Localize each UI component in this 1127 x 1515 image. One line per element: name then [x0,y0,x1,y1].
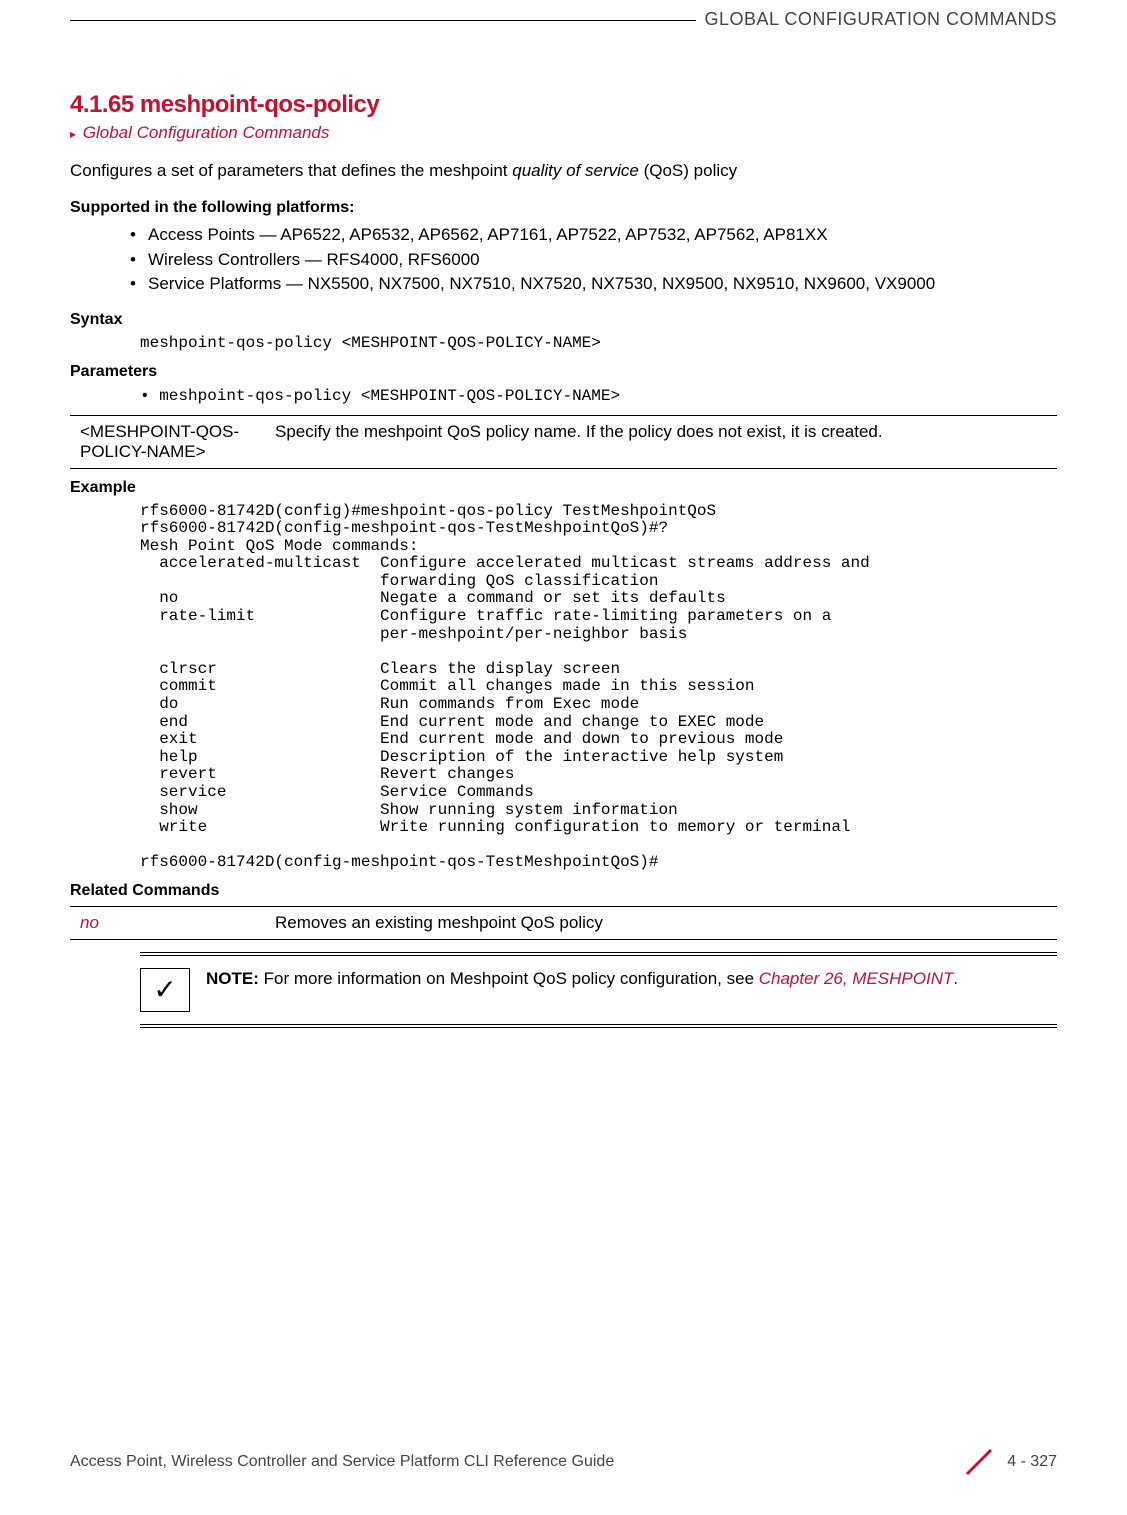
intro-post: (QoS) policy [639,161,737,180]
note-period: . [953,969,958,988]
note-label: NOTE: [206,969,259,988]
platforms-heading: Supported in the following platforms: [70,199,1057,217]
note-box: ✓ NOTE: For more information on Meshpoin… [140,952,1057,1028]
intro-italic: quality of service [512,161,639,180]
platform-item: Access Points — AP6522, AP6532, AP6562, … [130,223,1057,248]
related-desc: Removes an existing meshpoint QoS policy [265,906,1057,939]
table-row: <MESHPOINT-QOS-POLICY-NAME> Specify the … [70,415,1057,468]
platform-item: Service Platforms — NX5500, NX7500, NX75… [130,272,1057,297]
param-desc: Specify the meshpoint QoS policy name. I… [265,415,1057,468]
footer-page: 4 - 327 [961,1444,1057,1480]
intro-pre: Configures a set of parameters that defi… [70,161,512,180]
parameters-bullet: • meshpoint-qos-policy <MESHPOINT-QOS-PO… [140,387,1057,405]
platforms-list: Access Points — AP6522, AP6532, AP6562, … [70,223,1057,297]
section-name: meshpoint-qos-policy [140,91,379,118]
intro-paragraph: Configures a set of parameters that defi… [70,161,1057,181]
table-row: no Removes an existing meshpoint QoS pol… [70,906,1057,939]
param-name: <MESHPOINT-QOS-POLICY-NAME> [70,415,265,468]
parameters-table: <MESHPOINT-QOS-POLICY-NAME> Specify the … [70,415,1057,469]
page-header-rule: GLOBAL CONFIGURATION COMMANDS [70,20,1057,21]
note-text: NOTE: For more information on Meshpoint … [206,968,958,991]
parameters-heading: Parameters [70,363,1057,381]
footer-slash-icon [961,1444,997,1480]
note-chapter-link[interactable]: Chapter 26, MESHPOINT [759,969,954,988]
related-cmd[interactable]: no [70,906,265,939]
section-number: 4.1.65 [70,91,134,118]
example-heading: Example [70,479,1057,497]
page-number: 4 - 327 [1007,1453,1057,1471]
related-table: no Removes an existing meshpoint QoS pol… [70,906,1057,940]
page-footer: Access Point, Wireless Controller and Se… [70,1444,1057,1480]
example-code: rfs6000-81742D(config)#meshpoint-qos-pol… [140,503,1057,872]
section-title: 4.1.65 meshpoint-qos-policy [70,91,1057,119]
breadcrumb[interactable]: Global Configuration Commands [70,123,1057,143]
platform-item: Wireless Controllers — RFS4000, RFS6000 [130,248,1057,273]
syntax-heading: Syntax [70,311,1057,329]
syntax-code: meshpoint-qos-policy <MESHPOINT-QOS-POLI… [140,335,1057,353]
footer-guide: Access Point, Wireless Controller and Se… [70,1453,614,1471]
check-icon: ✓ [140,968,190,1012]
related-heading: Related Commands [70,882,1057,900]
page-header-category: GLOBAL CONFIGURATION COMMANDS [696,9,1057,30]
breadcrumb-text: Global Configuration Commands [83,123,330,142]
note-body: For more information on Meshpoint QoS po… [259,969,759,988]
